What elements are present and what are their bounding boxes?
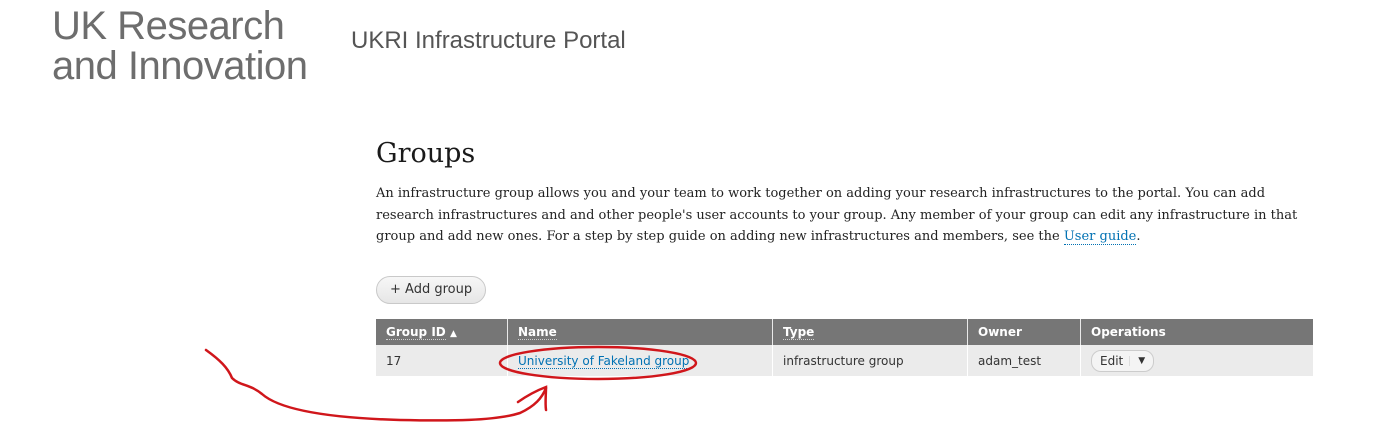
column-header-name[interactable]: Name: [507, 319, 773, 345]
page-title: Groups: [376, 138, 476, 169]
group-id-header-label: Group ID: [386, 325, 446, 340]
cell-group-id: 17: [376, 345, 508, 376]
column-header-operations: Operations: [1080, 319, 1313, 345]
cell-operations: Edit ▼: [1080, 345, 1313, 376]
logo-line-2: and Innovation: [52, 44, 308, 88]
add-group-button[interactable]: + Add group: [376, 276, 487, 304]
type-header-label: Type: [783, 325, 815, 340]
column-header-group-id[interactable]: Group ID ▲: [376, 319, 508, 345]
user-guide-link[interactable]: User guide: [1063, 229, 1137, 245]
sort-ascending-icon: ▲: [449, 329, 457, 339]
column-header-owner: Owner: [967, 319, 1081, 345]
intro-paragraph: An infrastructure group allows you and y…: [376, 183, 1306, 248]
cell-owner: adam_test: [967, 345, 1081, 376]
table-row: 17 University of Fakeland group infrastr…: [376, 345, 1313, 376]
operations-header-label: Operations: [1091, 325, 1166, 339]
operations-dropbutton: Edit ▼: [1091, 349, 1155, 372]
groups-table: Group ID ▲ Name Type Owner Operations 17…: [376, 319, 1313, 376]
edit-button[interactable]: Edit: [1092, 354, 1129, 368]
name-header-label: Name: [518, 325, 557, 340]
logo-line-1: UK Research: [52, 4, 285, 48]
intro-end: .: [1136, 229, 1141, 244]
owner-header-label: Owner: [978, 325, 1022, 339]
annotation-arrowhead: [516, 385, 548, 412]
dropdown-toggle-icon[interactable]: ▼: [1129, 355, 1153, 366]
site-name[interactable]: UKRI Infrastructure Portal: [351, 27, 626, 55]
column-header-type[interactable]: Type: [772, 319, 968, 345]
group-name-link[interactable]: University of Fakeland group: [518, 353, 690, 369]
intro-text: An infrastructure group allows you and y…: [376, 186, 1298, 244]
cell-type: infrastructure group: [772, 345, 968, 376]
cell-name: University of Fakeland group: [507, 345, 773, 376]
main-content: Groups An infrastructure group allows yo…: [376, 138, 1316, 376]
ukri-logo[interactable]: UK Research and Innovation: [52, 4, 308, 88]
table-header-row: Group ID ▲ Name Type Owner Operations: [376, 319, 1313, 345]
